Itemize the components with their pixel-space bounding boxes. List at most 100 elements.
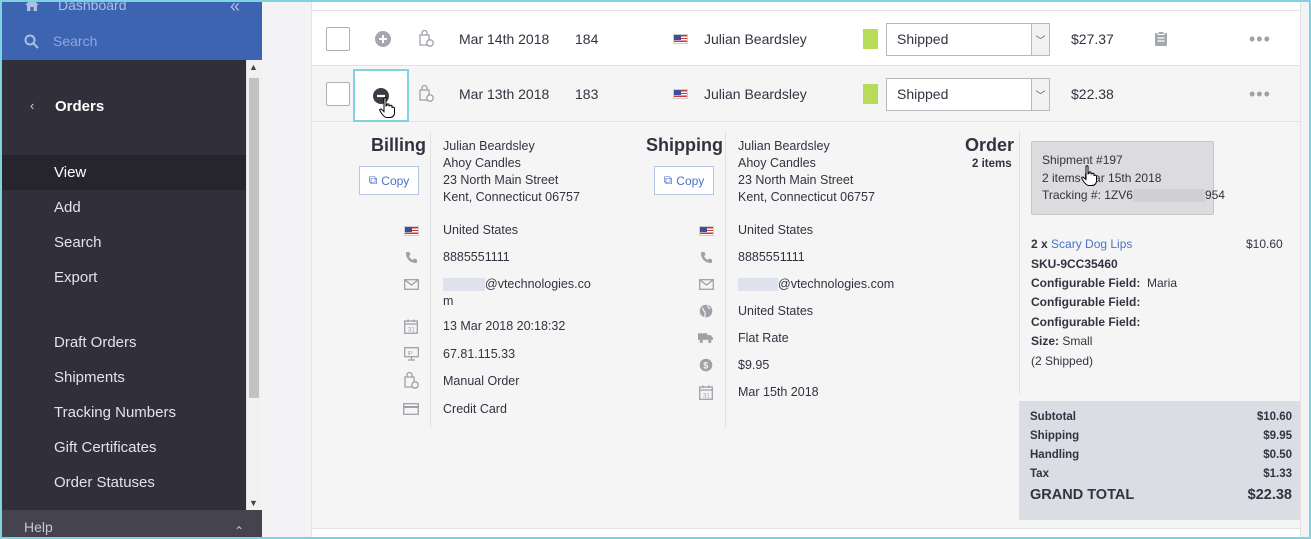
billing-copy-label: Copy — [381, 173, 410, 188]
sidebar-search[interactable]: Search — [24, 33, 97, 49]
order-number: 184 — [575, 31, 599, 47]
shipping-company: Ahoy Candles — [738, 156, 816, 170]
sidebar-item-tracking-numbers[interactable]: Tracking Numbers — [2, 395, 246, 430]
total-row: Tax $1.33 — [1030, 468, 1292, 480]
shipping-title: Shipping — [646, 135, 723, 155]
us-flag-icon — [403, 224, 419, 238]
billing-source: Manual Order — [443, 374, 520, 388]
row-select[interactable] — [326, 66, 350, 122]
sidebar-header: Dashboard « Search — [2, 0, 262, 60]
ip-address-icon: IP — [403, 347, 419, 361]
sidebar-item-view[interactable]: View — [2, 155, 246, 190]
shipped-note: (2 Shipped) — [1031, 354, 1094, 368]
billing-email[interactable]: @vtechnologies.co — [443, 277, 591, 292]
sidebar-scroll-thumb[interactable] — [249, 78, 259, 398]
redacted-text — [443, 278, 485, 292]
table-row[interactable]: Mar 13th 2018 183 Julian Beardsley Shipp… — [312, 66, 1300, 122]
product-link[interactable]: Scary Dog Lips — [1051, 237, 1132, 251]
shipping-name: Julian Beardsley — [738, 139, 830, 153]
table-row[interactable]: Mar 14th 2018 184 Julian Beardsley Shipp… — [312, 10, 1300, 66]
total-row: Subtotal $10.60 — [1030, 411, 1292, 423]
sidebar-item-order-statuses[interactable]: Order Statuses — [2, 465, 246, 500]
sidebar-item-gift-certificates[interactable]: Gift Certificates — [2, 430, 246, 465]
svg-text:$: $ — [703, 361, 708, 371]
configurable-field: Configurable Field: — [1031, 295, 1141, 309]
sidebar-section-title[interactable]: Orders — [55, 98, 104, 115]
scroll-up-icon[interactable]: ▲ — [249, 62, 258, 72]
order-source-icon — [418, 66, 434, 122]
scroll-down-icon[interactable]: ▼ — [249, 498, 258, 508]
customer-link[interactable]: Julian Beardsley — [704, 11, 807, 67]
billing-title: Billing — [371, 135, 426, 155]
line-item-price: $10.60 — [1246, 237, 1283, 251]
sidebar-item-shipments[interactable]: Shipments — [2, 360, 246, 395]
sidebar-item-dashboard[interactable]: Dashboard — [24, 0, 127, 13]
clipboard-icon[interactable] — [1154, 11, 1168, 67]
shipping-copy-button[interactable]: ⧉ Copy — [654, 166, 714, 195]
dashboard-label: Dashboard — [58, 0, 127, 13]
billing-date: 13 Mar 2018 20:18:32 — [443, 319, 566, 333]
line-item-sku: SKU-9CC35460 — [1031, 257, 1118, 271]
divider — [725, 132, 726, 427]
line-item: 2 x Scary Dog Lips — [1031, 237, 1133, 251]
shipping-method: Flat Rate — [738, 331, 789, 345]
chevron-left-icon[interactable]: ‹ — [30, 98, 34, 113]
shipping-region-link[interactable]: United States — [738, 304, 813, 318]
sidebar-item-search[interactable]: Search — [2, 225, 246, 260]
customer-link[interactable]: Julian Beardsley — [704, 66, 807, 122]
billing-copy-button[interactable]: ⧉ Copy — [359, 166, 419, 195]
billing-city: Kent, Connecticut 06757 — [443, 190, 580, 204]
chevron-up-icon: ⌃ — [234, 524, 245, 538]
expand-row-button[interactable] — [374, 11, 392, 67]
collapse-sidebar-icon[interactable]: « — [230, 0, 240, 17]
order-title: Order — [965, 135, 1015, 155]
total-row: Shipping $9.95 — [1030, 430, 1292, 442]
status-color-chip — [863, 66, 878, 122]
shipment-tracking: Tracking #: 1ZV6 954 — [1042, 188, 1225, 203]
envelope-icon — [698, 277, 714, 291]
help-label: Help — [24, 519, 53, 535]
envelope-icon — [403, 277, 419, 291]
svg-text:31: 31 — [408, 327, 415, 333]
plus-circle-icon — [375, 31, 391, 47]
order-totals: Subtotal $10.60 Shipping $9.95 Handling $0.… — [1019, 401, 1300, 520]
status-select[interactable]: Shipped ﹀ — [886, 66, 1050, 122]
billing-email-wrap[interactable]: m — [443, 294, 453, 308]
status-select[interactable]: Shipped ﹀ — [886, 11, 1050, 67]
more-options-icon[interactable]: ••• — [1249, 66, 1271, 122]
shipment-card[interactable]: Shipment #197 2 items Mar 15th 2018 Trac… — [1031, 141, 1225, 215]
svg-text:31: 31 — [703, 393, 710, 399]
svg-text:IP: IP — [407, 351, 413, 357]
billing-ip-link[interactable]: 67.81.115.33 — [443, 347, 515, 361]
sidebar-help[interactable]: Help ⌃ — [2, 510, 262, 539]
sidebar-item-draft-orders[interactable]: Draft Orders — [2, 325, 246, 360]
hand-cursor-icon — [1081, 165, 1097, 186]
sidebar-item-add[interactable]: Add — [2, 190, 246, 225]
billing-payment: Credit Card — [443, 402, 507, 416]
row-checkbox[interactable] — [326, 82, 350, 106]
truck-icon — [698, 331, 714, 345]
row-checkbox[interactable] — [326, 27, 350, 51]
copy-icon: ⧉ — [368, 173, 378, 187]
status-color-chip — [863, 11, 878, 67]
size-field: Size: Small — [1031, 334, 1093, 348]
calendar-icon: 31 — [698, 385, 714, 400]
shipping-city: Kent, Connecticut 06757 — [738, 190, 875, 204]
calendar-icon: 31 — [403, 319, 419, 334]
sidebar-item-export[interactable]: Export — [2, 260, 246, 295]
row-select[interactable] — [326, 11, 350, 67]
order-item-count: 2 items — [972, 158, 1012, 170]
order-source-icon — [403, 372, 419, 389]
shipping-copy-label: Copy — [676, 173, 705, 188]
phone-icon — [698, 250, 714, 264]
billing-phone: 8885551111 — [443, 250, 510, 264]
configurable-field: Configurable Field: — [1031, 315, 1141, 329]
collapse-row-button[interactable] — [353, 69, 409, 122]
more-options-icon[interactable]: ••• — [1249, 11, 1271, 67]
phone-icon — [403, 250, 419, 264]
sidebar-search-input[interactable]: Search — [53, 33, 97, 49]
divider — [1019, 132, 1020, 394]
shipping-email[interactable]: @vtechnologies.com — [738, 277, 894, 292]
configurable-field: Configurable Field: Maria — [1031, 276, 1178, 290]
shipping-date: Mar 15th 2018 — [738, 385, 819, 399]
